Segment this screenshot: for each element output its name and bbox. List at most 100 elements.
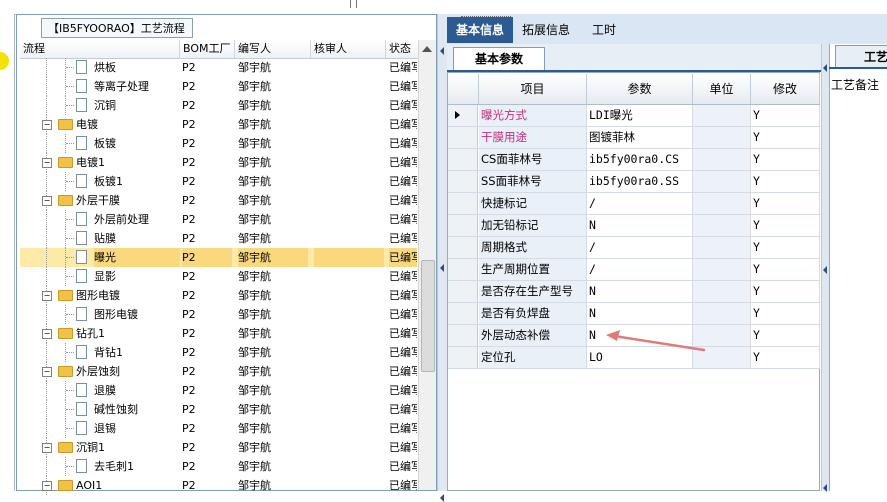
column-header-writer[interactable]: 编写人	[235, 40, 311, 58]
tree-row[interactable]: 板镀1 P2 邹宇航 已编写	[20, 172, 417, 191]
collapse-left-arrow-icon[interactable]	[440, 264, 444, 272]
tree-row[interactable]: − AOI1 P2 邹宇航 已编写	[20, 476, 417, 495]
tree-row[interactable]: − 外层蚀刻 P2 邹宇航 已编写	[20, 362, 417, 381]
parameter-unit[interactable]	[693, 193, 751, 214]
tree-row[interactable]: 外层前处理 P2 邹宇航 已编写	[20, 210, 417, 229]
parameter-modify[interactable]: Y	[751, 237, 820, 258]
tree-row[interactable]: 背钻1 P2 邹宇航 已编写	[20, 343, 417, 362]
column-header-bom-factory[interactable]: BOM工厂	[180, 40, 235, 58]
tree-row[interactable]: 贴膜 P2 邹宇航 已编写	[20, 229, 417, 248]
collapse-node-icon[interactable]: −	[42, 120, 52, 130]
column-header-reviewer[interactable]: 核审人	[311, 40, 386, 58]
parameter-value[interactable]: ib5fy00ra0.SS	[587, 171, 693, 192]
collapse-node-icon[interactable]: −	[42, 291, 52, 301]
parameter-unit[interactable]	[693, 171, 751, 192]
tree-scrollbar[interactable]	[418, 40, 436, 490]
parameter-modify[interactable]: Y	[751, 259, 820, 280]
parameter-modify[interactable]: Y	[751, 325, 820, 346]
parameter-modify[interactable]: Y	[751, 171, 820, 192]
scroll-thumb[interactable]	[421, 260, 435, 372]
parameter-row[interactable]: 生产周期位置 / Y	[448, 259, 820, 281]
parameter-unit[interactable]	[693, 303, 751, 324]
collapse-left-arrow-icon[interactable]	[440, 47, 444, 55]
collapse-node-icon[interactable]: −	[42, 329, 52, 339]
row-selector[interactable]	[448, 237, 478, 258]
tree-row[interactable]: − 沉铜1 P2 邹宇航 已编写	[20, 438, 417, 457]
row-selector[interactable]	[448, 259, 478, 280]
row-selector[interactable]	[448, 105, 478, 126]
parameter-modify[interactable]: Y	[751, 303, 820, 324]
row-selector[interactable]	[448, 149, 478, 170]
tree-row[interactable]: 板镀 P2 邹宇航 已编写	[20, 134, 417, 153]
parameter-value[interactable]: /	[587, 259, 693, 280]
tree-row[interactable]: 退锡 P2 邹宇航 已编写	[20, 419, 417, 438]
parameter-value[interactable]: /	[587, 193, 693, 214]
collapse-node-icon[interactable]: −	[42, 158, 52, 168]
parameter-modify[interactable]: Y	[751, 347, 820, 368]
parameter-modify[interactable]: Y	[751, 127, 820, 148]
tree-row[interactable]: 曝光 P2 邹宇航 已编写	[20, 248, 417, 267]
parameter-row[interactable]: 是否存在生产型号 N Y	[448, 281, 820, 303]
tree-row[interactable]: 退膜 P2 邹宇航 已编写	[20, 381, 417, 400]
collapse-left-arrow-icon[interactable]	[440, 494, 444, 502]
column-header-item[interactable]: 项目	[479, 74, 587, 104]
parameter-modify[interactable]: Y	[751, 105, 820, 126]
tree-row[interactable]: − 外层干膜 P2 邹宇航 已编写	[20, 191, 417, 210]
row-selector[interactable]	[448, 303, 478, 324]
collapse-node-icon[interactable]: −	[42, 443, 52, 453]
parameter-value[interactable]: N	[587, 215, 693, 236]
collapse-node-icon[interactable]: −	[42, 481, 52, 491]
collapse-node-icon[interactable]: −	[42, 367, 52, 377]
row-selector[interactable]	[448, 215, 478, 236]
row-selector[interactable]	[448, 325, 478, 346]
tree-row[interactable]: 显影 P2 邹宇航 已编写	[20, 267, 417, 286]
tree-row[interactable]: 等离子处理 P2 邹宇航 已编写	[20, 77, 417, 96]
tab-work-hours[interactable]: 工时	[579, 17, 629, 43]
column-header-unit[interactable]: 单位	[693, 74, 751, 104]
parameter-value[interactable]: ib5fy00ra0.CS	[587, 149, 693, 170]
parameter-modify[interactable]: Y	[751, 149, 820, 170]
parameter-unit[interactable]	[693, 237, 751, 258]
parameter-unit[interactable]	[693, 281, 751, 302]
parameter-unit[interactable]	[693, 215, 751, 236]
collapse-right-arrow-icon[interactable]	[823, 64, 827, 72]
row-selector[interactable]	[448, 127, 478, 148]
parameter-row[interactable]: 干膜用途 图镀菲林 Y	[448, 127, 820, 149]
column-header-modify[interactable]: 修改	[751, 74, 820, 104]
row-selector[interactable]	[448, 193, 478, 214]
collapse-right-arrow-icon[interactable]	[823, 266, 827, 274]
tree-row[interactable]: 沉铜 P2 邹宇航 已编写	[20, 96, 417, 115]
tab-extended-info[interactable]: 拓展信息	[513, 17, 579, 43]
collapse-node-icon[interactable]: −	[42, 196, 52, 206]
parameter-modify[interactable]: Y	[751, 193, 820, 214]
parameter-unit[interactable]	[693, 149, 751, 170]
tree-row[interactable]: − 电镀 P2 邹宇航 已编写	[20, 115, 417, 134]
tab-basic-info[interactable]: 基本信息	[447, 17, 513, 43]
row-selector[interactable]	[448, 347, 478, 368]
tree-row[interactable]: − 钻孔1 P2 邹宇航 已编写	[20, 324, 417, 343]
parameter-value[interactable]: N	[587, 303, 693, 324]
tree-row[interactable]: 烘板 P2 邹宇航 已编写	[20, 58, 417, 77]
row-selector[interactable]	[448, 171, 478, 192]
parameter-modify[interactable]: Y	[751, 281, 820, 302]
parameter-value[interactable]: N	[587, 281, 693, 302]
parameter-row[interactable]: 是否有负焊盘 N Y	[448, 303, 820, 325]
parameter-row[interactable]: 曝光方式 LDI曝光 Y	[448, 105, 820, 127]
tree-row[interactable]: − 图形电镀 P2 邹宇航 已编写	[20, 286, 417, 305]
parameter-row[interactable]: 加无铅标记 N Y	[448, 215, 820, 237]
parameter-row[interactable]: 周期格式 / Y	[448, 237, 820, 259]
tab-process[interactable]: 工艺	[835, 45, 887, 67]
parameter-modify[interactable]: Y	[751, 215, 820, 236]
parameter-row[interactable]: 快捷标记 / Y	[448, 193, 820, 215]
tree-row[interactable]: 去毛刺1 P2 邹宇航 已编写	[20, 457, 417, 476]
parameter-value[interactable]: LDI曝光	[587, 105, 693, 126]
parameter-unit[interactable]	[693, 259, 751, 280]
subtab-basic-params[interactable]: 基本参数	[453, 47, 545, 70]
column-header-value[interactable]: 参数	[587, 74, 693, 104]
parameter-row[interactable]: SS面菲林号 ib5fy00ra0.SS Y	[448, 171, 820, 193]
tree-row[interactable]: − 电镀1 P2 邹宇航 已编写	[20, 153, 417, 172]
tree-row[interactable]: 图形电镀 P2 邹宇航 已编写	[20, 305, 417, 324]
parameter-row[interactable]: CS面菲林号 ib5fy00ra0.CS Y	[448, 149, 820, 171]
parameter-unit[interactable]	[693, 127, 751, 148]
tree-row[interactable]: 碱性蚀刻 P2 邹宇航 已编写	[20, 400, 417, 419]
